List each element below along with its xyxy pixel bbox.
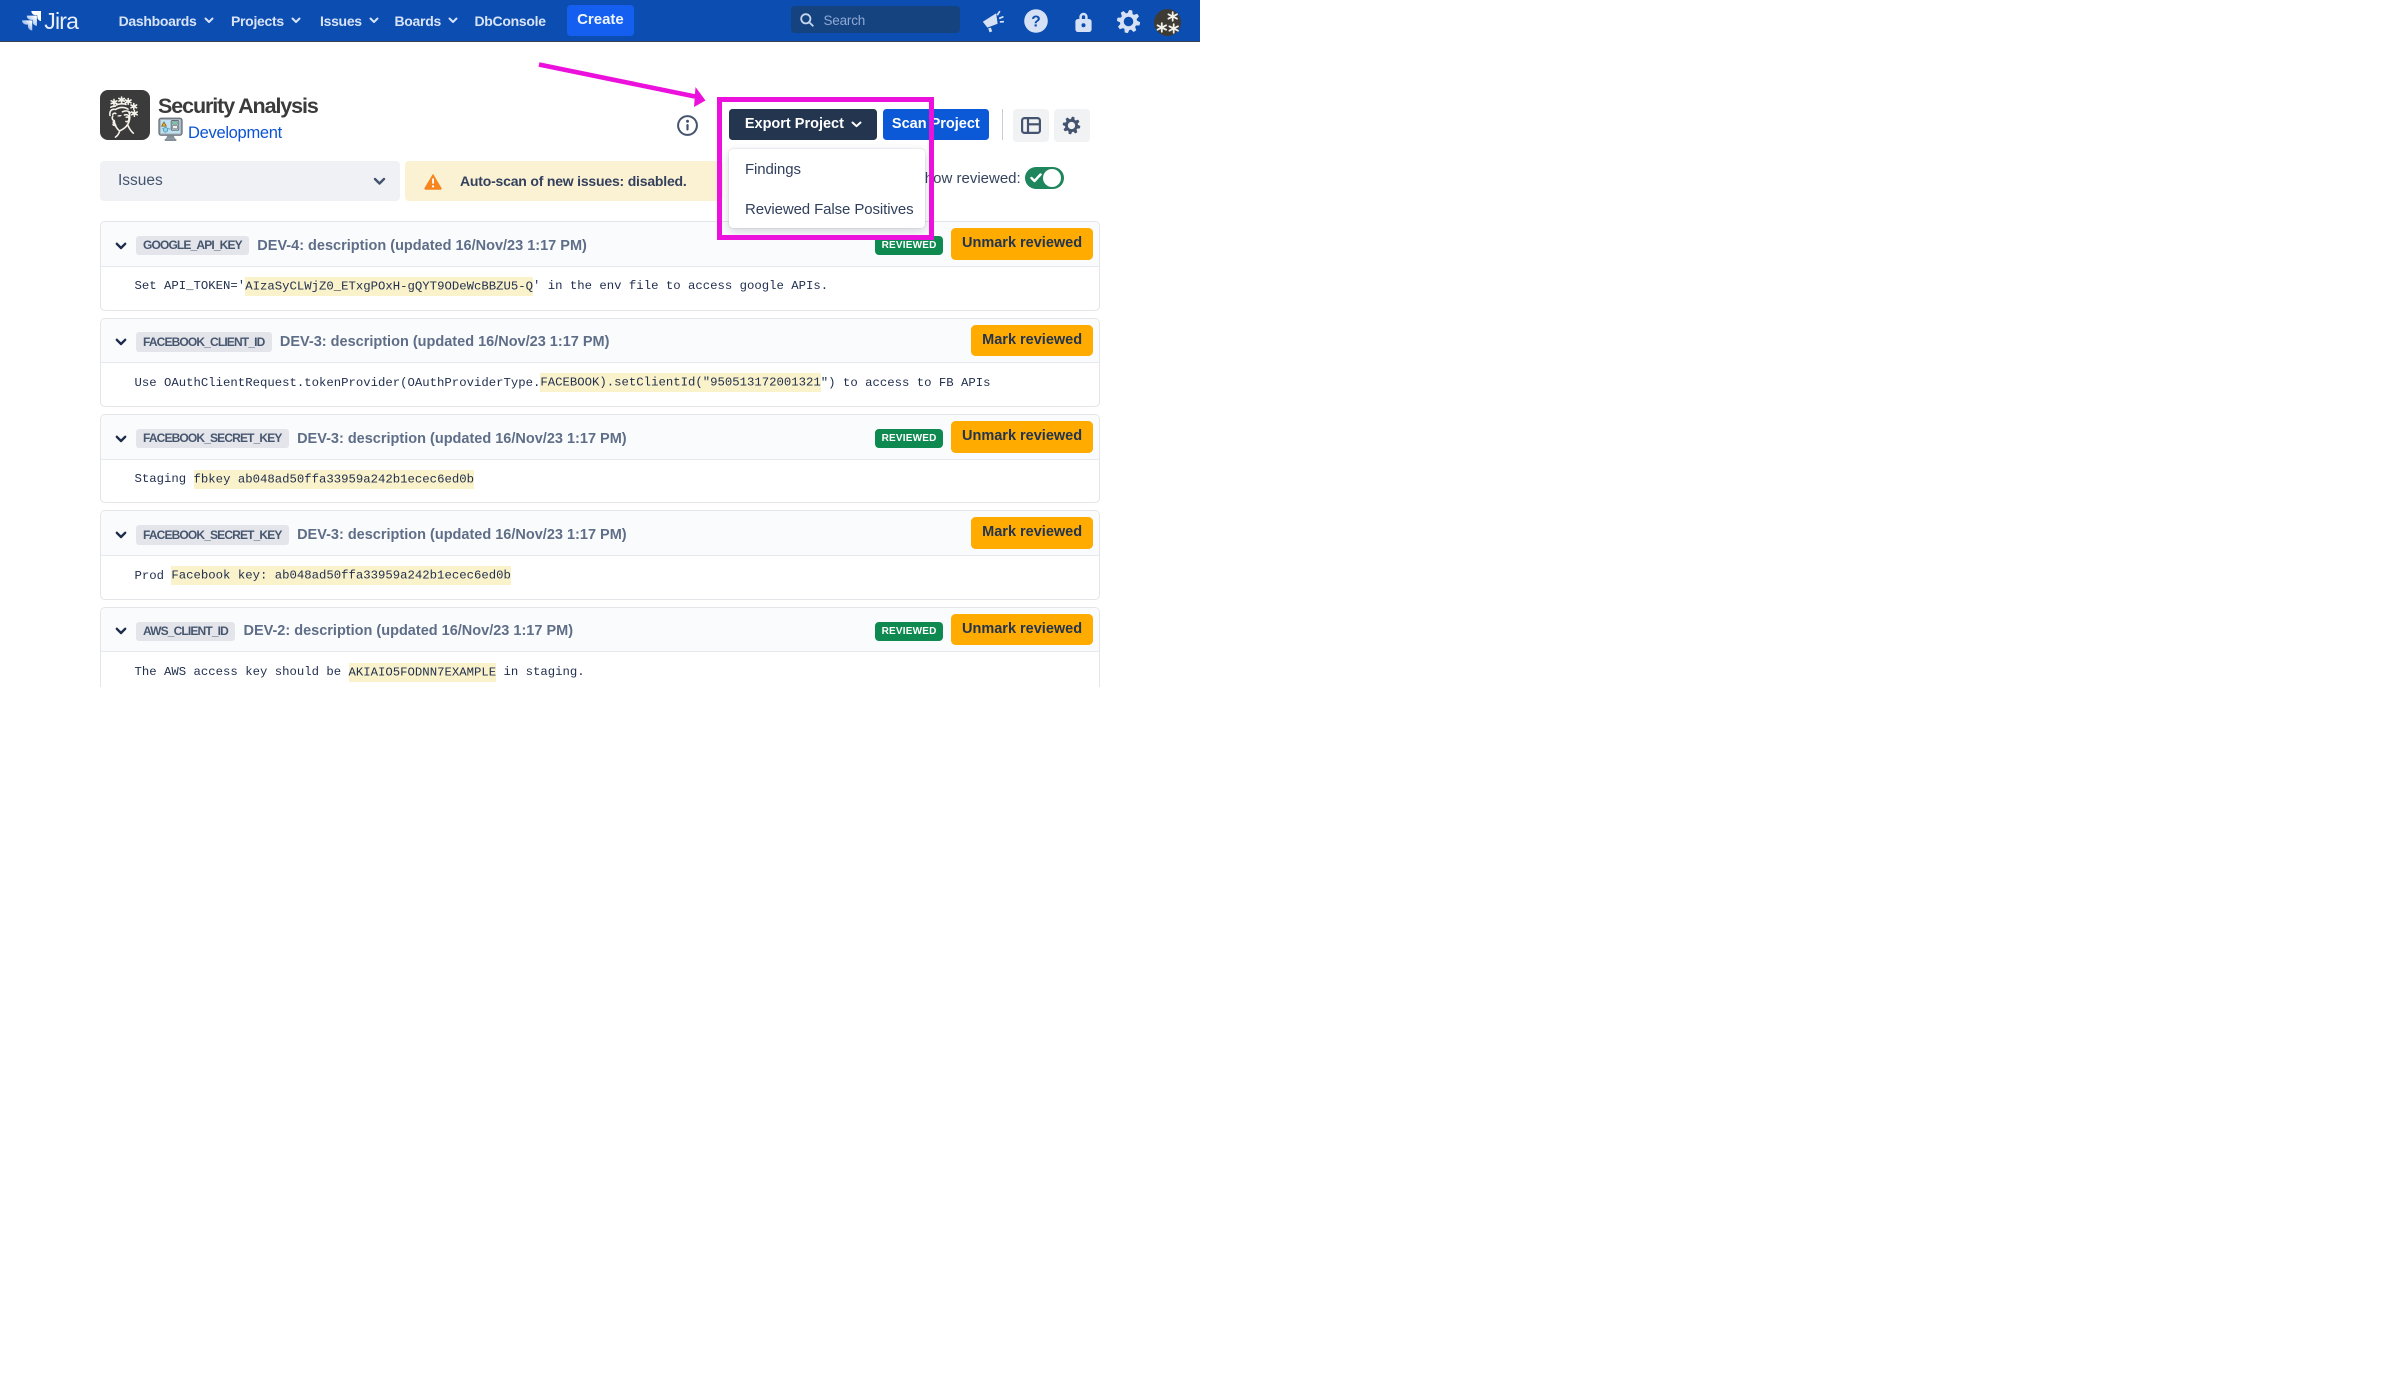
svg-text:?: ? (1031, 14, 1040, 31)
